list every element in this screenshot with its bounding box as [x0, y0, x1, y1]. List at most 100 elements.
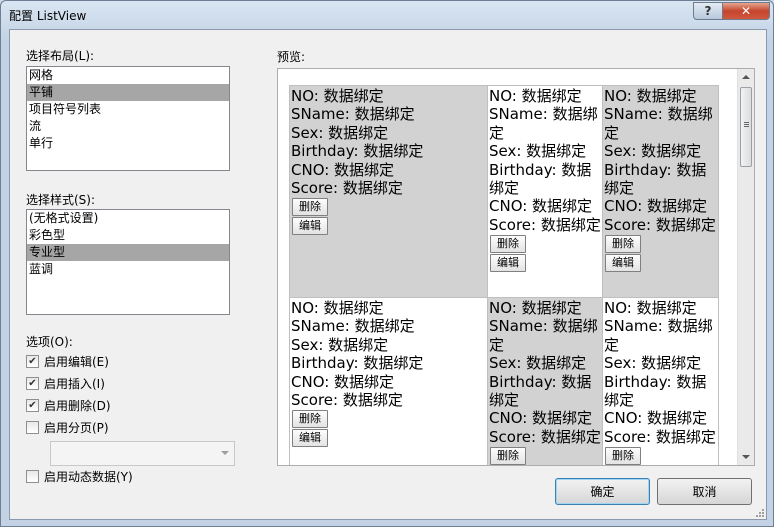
scroll-down-icon[interactable] [742, 455, 750, 459]
preview-item-cell: NO: 数据绑定 SName: 数据绑定 Sex: 数据绑定 Birthday: 数据… [602, 297, 719, 465]
style-label: 选择样式(S): [26, 193, 96, 207]
preview-field: Birthday: 数据绑定 [604, 372, 707, 410]
preview-field: SName: 数据绑定 [604, 317, 713, 354]
preview-edit-button[interactable]: 编辑 [292, 217, 328, 236]
preview-delete-button[interactable]: 删除 [490, 447, 526, 465]
preview-delete-button[interactable]: 删除 [605, 235, 641, 254]
preview-field: Birthday: 数据绑定 [291, 354, 424, 373]
layout-item-tiled[interactable]: 平铺 [27, 84, 229, 101]
layout-item-flow[interactable]: 流 [27, 118, 229, 135]
preview-item-cell: NO: 数据绑定 SName: 数据绑定 Sex: 数据绑定 Birthday: 数据… [289, 85, 488, 298]
cancel-button[interactable]: 取消 [657, 478, 752, 505]
preview-field: Birthday: 数据绑定 [489, 372, 592, 410]
preview-delete-button[interactable]: 删除 [292, 198, 328, 217]
window-title: 配置 ListView [9, 9, 87, 23]
preview-listview: NO: 数据绑定 SName: 数据绑定 Sex: 数据绑定 Birthday: 数据… [289, 85, 719, 465]
enable-insert-label: 启用插入(I) [44, 376, 105, 391]
check-icon: ✔ [28, 399, 37, 411]
preview-field: Score: 数据绑定 [604, 215, 716, 234]
enable-insert-checkbox[interactable]: ✔ [26, 376, 39, 390]
style-item-no-format[interactable]: (无格式设置) [27, 210, 229, 227]
help-button[interactable]: ? [693, 2, 723, 20]
preview-edit-button[interactable]: 编辑 [292, 429, 328, 448]
preview-label: 预览: [277, 50, 306, 64]
close-icon: ✕ [740, 4, 752, 18]
check-icon: ✔ [28, 377, 37, 389]
preview-field: SName: 数据绑定 [291, 317, 415, 336]
preview-field: NO: 数据绑定 [489, 299, 582, 317]
enable-paging-row[interactable]: 启用分页(P) [26, 419, 109, 435]
ok-button[interactable]: 确定 [555, 478, 650, 505]
preview-field: Score: 数据绑定 [489, 427, 601, 446]
enable-paging-checkbox[interactable] [26, 420, 39, 434]
preview-field: NO: 数据绑定 [291, 299, 384, 317]
enable-paging-label: 启用分页(P) [44, 420, 109, 435]
enable-delete-checkbox[interactable]: ✔ [26, 398, 39, 412]
preview-field: CNO: 数据绑定 [291, 372, 395, 391]
scroll-up-icon[interactable] [742, 75, 750, 79]
preview-field: Score: 数据绑定 [291, 179, 403, 198]
preview-field: Sex: 数据绑定 [291, 123, 389, 142]
preview-field: Score: 数据绑定 [604, 427, 716, 446]
dialog-window: 配置 ListView ? ✕ 选择布局(L): 网格 平铺 项目符号列表 流 … [0, 0, 774, 527]
preview-field: Sex: 数据绑定 [291, 335, 389, 354]
enable-edit-checkbox[interactable]: ✔ [26, 354, 39, 368]
preview-field: NO: 数据绑定 [604, 87, 697, 105]
preview-field: Birthday: 数据绑定 [489, 160, 592, 198]
preview-scrollbar[interactable] [737, 69, 754, 465]
layout-item-single-row[interactable]: 单行 [27, 135, 229, 152]
preview-item-cell: NO: 数据绑定 SName: 数据绑定 Sex: 数据绑定 Birthday: 数据… [289, 297, 488, 465]
layout-label: 选择布局(L): [26, 49, 95, 63]
dialog-client: 选择布局(L): 网格 平铺 项目符号列表 流 单行 选择样式(S): (无格式… [9, 29, 767, 520]
preview-field: Birthday: 数据绑定 [291, 142, 424, 161]
style-item-colorful[interactable]: 彩色型 [27, 227, 229, 244]
preview-field: NO: 数据绑定 [489, 87, 582, 105]
scroll-thumb[interactable] [740, 87, 752, 167]
paging-mode-combo[interactable] [50, 441, 235, 466]
preview-field: CNO: 数据绑定 [604, 409, 708, 428]
preview-field: Sex: 数据绑定 [604, 142, 702, 161]
preview-item-cell: NO: 数据绑定 SName: 数据绑定 Sex: 数据绑定 Birthday: 数据… [487, 297, 603, 465]
preview-field: NO: 数据绑定 [604, 299, 697, 317]
enable-edit-row[interactable]: ✔ 启用编辑(E) [26, 353, 109, 369]
preview-field: Birthday: 数据绑定 [604, 160, 707, 198]
preview-field: Score: 数据绑定 [291, 391, 403, 410]
layout-listbox[interactable]: 网格 平铺 项目符号列表 流 单行 [26, 66, 230, 171]
enable-insert-row[interactable]: ✔ 启用插入(I) [26, 375, 105, 391]
preview-pane[interactable]: NO: 数据绑定 SName: 数据绑定 Sex: 数据绑定 Birthday: 数据… [277, 68, 755, 466]
preview-field: CNO: 数据绑定 [489, 409, 593, 428]
title-bar[interactable]: 配置 ListView ? ✕ [1, 1, 773, 29]
enable-dynamic-data-row[interactable]: 启用动态数据(Y) [26, 468, 133, 484]
style-listbox[interactable]: (无格式设置) 彩色型 专业型 蓝调 [26, 209, 230, 315]
enable-dynamic-data-checkbox[interactable] [26, 469, 39, 483]
preview-delete-button[interactable]: 删除 [292, 410, 328, 429]
layout-item-grid[interactable]: 网格 [27, 67, 229, 84]
preview-edit-button[interactable]: 编辑 [605, 254, 641, 273]
layout-item-bulleted-list[interactable]: 项目符号列表 [27, 101, 229, 118]
help-icon: ? [704, 4, 712, 18]
grip-icon [744, 122, 749, 123]
preview-item-cell: NO: 数据绑定 SName: 数据绑定 Sex: 数据绑定 Birthday: 数据… [487, 85, 603, 298]
preview-field: SName: 数据绑定 [489, 105, 598, 142]
options-label: 选项(O): [26, 335, 73, 349]
check-icon: ✔ [28, 355, 37, 367]
preview-field: SName: 数据绑定 [604, 105, 713, 142]
close-button[interactable]: ✕ [722, 2, 770, 20]
preview-field: Sex: 数据绑定 [604, 354, 702, 373]
resize-grip-icon[interactable] [754, 507, 764, 517]
preview-field: Sex: 数据绑定 [489, 354, 587, 373]
preview-field: CNO: 数据绑定 [489, 197, 593, 216]
enable-edit-label: 启用编辑(E) [44, 354, 109, 369]
enable-dynamic-data-label: 启用动态数据(Y) [44, 469, 133, 484]
preview-delete-button[interactable]: 删除 [490, 235, 526, 254]
chevron-down-icon [221, 451, 229, 455]
preview-field: Sex: 数据绑定 [489, 142, 587, 161]
preview-delete-button[interactable]: 删除 [605, 447, 641, 465]
style-item-professional[interactable]: 专业型 [27, 244, 229, 261]
preview-edit-button[interactable]: 编辑 [490, 254, 526, 273]
preview-field: SName: 数据绑定 [291, 105, 415, 124]
preview-field: Score: 数据绑定 [489, 215, 601, 234]
enable-delete-row[interactable]: ✔ 启用删除(D) [26, 397, 111, 413]
style-item-blues[interactable]: 蓝调 [27, 261, 229, 278]
preview-field: CNO: 数据绑定 [291, 160, 395, 179]
